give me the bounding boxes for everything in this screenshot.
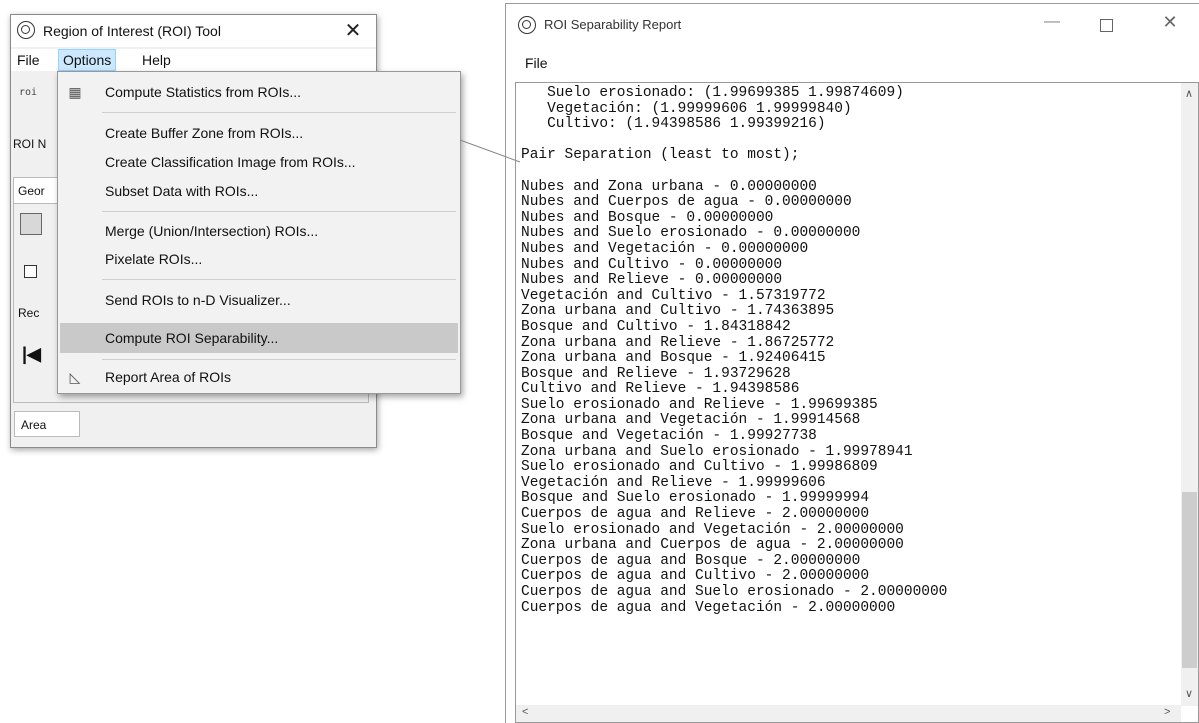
go-first-icon[interactable]: |◀	[22, 344, 41, 365]
menu-item-create-buffer[interactable]: Create Buffer Zone from ROIs...	[60, 118, 458, 148]
close-icon[interactable]: ✕	[343, 21, 363, 41]
checkbox[interactable]	[24, 265, 37, 278]
menu-separator	[102, 359, 456, 360]
tab-geometry[interactable]: Geor	[13, 177, 63, 203]
ruler-icon: ◺	[69, 369, 81, 385]
menu-item-pixelate-rois[interactable]: Pixelate ROIs...	[60, 244, 458, 274]
menu-separator	[102, 279, 456, 280]
scrollbar-thumb[interactable]	[1182, 492, 1197, 668]
menu-file[interactable]: File	[13, 49, 44, 71]
app-icon	[518, 16, 536, 34]
close-button[interactable]: ✕	[1160, 13, 1180, 31]
report-title: ROI Separability Report	[544, 17, 682, 32]
app-icon	[17, 21, 35, 39]
report-menu-file[interactable]: File	[521, 52, 552, 74]
roi-title: Region of Interest (ROI) Tool	[43, 23, 221, 39]
minimize-button[interactable]: —	[1042, 14, 1062, 30]
report-text: Suelo erosionado: (1.99699385 1.99874609…	[521, 85, 948, 616]
calculator-icon: ▦	[68, 84, 82, 100]
scroll-right-icon[interactable]: >	[1164, 707, 1170, 718]
horizontal-scrollbar[interactable]: < >	[516, 705, 1181, 722]
maximize-button[interactable]	[1096, 16, 1116, 36]
menu-options[interactable]: Options	[58, 49, 117, 71]
menu-item-compute-separability[interactable]: Compute ROI Separability...	[60, 323, 458, 353]
menu-item-subset-data[interactable]: Subset Data with ROIs...	[60, 176, 458, 206]
report-titlebar[interactable]: ROI Separability Report — ✕	[506, 4, 1199, 44]
scroll-left-icon[interactable]: <	[522, 707, 528, 718]
menu-item-merge-rois[interactable]: Merge (Union/Intersection) ROIs...	[60, 216, 458, 246]
tab-area[interactable]: Area	[14, 411, 80, 437]
menu-help[interactable]: Help	[138, 49, 175, 71]
menu-separator	[102, 211, 456, 212]
scroll-up-icon[interactable]: ∧	[1185, 89, 1193, 100]
menu-item-report-area[interactable]: ◺ Report Area of ROIs	[60, 362, 458, 392]
separability-report-window: ROI Separability Report — ✕ File Suelo e…	[505, 3, 1199, 723]
report-text-area[interactable]: Suelo erosionado: (1.99699385 1.99874609…	[515, 82, 1199, 723]
menu-item-send-to-ndviz[interactable]: Send ROIs to n-D Visualizer...	[60, 285, 458, 315]
roi-toolbar-icon[interactable]: roi	[19, 87, 37, 98]
polygon-icon[interactable]	[20, 213, 42, 235]
roi-name-label: ROI N	[13, 137, 47, 151]
menu-item-compute-statistics[interactable]: ▦ Compute Statistics from ROIs...	[60, 77, 458, 107]
menu-separator	[102, 112, 456, 113]
menu-item-create-classification[interactable]: Create Classification Image from ROIs...	[60, 147, 458, 177]
vertical-scrollbar[interactable]: ∧ ∨	[1181, 83, 1198, 706]
roi-menubar: File Options Help	[11, 49, 376, 71]
roi-titlebar[interactable]: Region of Interest (ROI) Tool ✕	[11, 15, 376, 47]
scroll-down-icon[interactable]: ∨	[1185, 689, 1193, 700]
options-dropdown-menu: ▦ Compute Statistics from ROIs... Create…	[57, 71, 461, 394]
record-label: Rec	[18, 306, 40, 320]
